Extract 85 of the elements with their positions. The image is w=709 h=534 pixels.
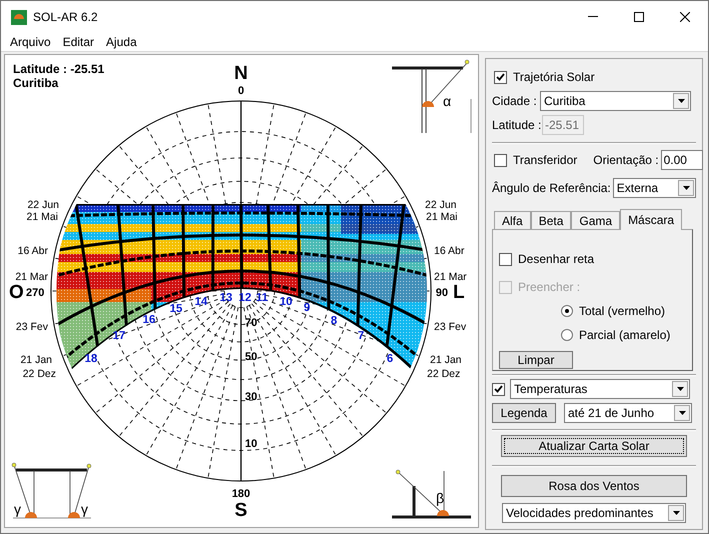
field-label: Cidade : [492, 93, 538, 110]
south-label: S [234, 500, 248, 521]
city-label: Curitiba [13, 76, 58, 90]
push-button[interactable]: Limpar [499, 351, 573, 369]
dropdown-arrow-icon [682, 186, 690, 190]
check-icon [496, 73, 505, 81]
menu-item[interactable]: Ajuda [101, 32, 142, 50]
tab[interactable]: Beta [530, 211, 572, 229]
hour-label: 16 [142, 314, 156, 326]
tab[interactable]: Alfa [494, 211, 531, 229]
checkbox[interactable] [499, 252, 512, 266]
hour-label: 14 [194, 296, 208, 308]
check-icon [494, 385, 503, 393]
checkbox-label: Transferidor [513, 152, 578, 169]
north-label: N [234, 63, 248, 84]
menu-item[interactable]: Arquivo [5, 32, 56, 50]
checkbox-label: Desenhar reta [518, 251, 594, 268]
app-logo-icon [11, 8, 27, 24]
dropdown-field[interactable]: Velocidades predominantes [502, 503, 686, 523]
minimize-icon [588, 16, 598, 17]
date-label: 21 Jan [430, 354, 462, 366]
tab[interactable]: Gama [571, 211, 620, 229]
dropdown-field[interactable]: Externa [612, 178, 696, 198]
angle-label: 180 [232, 488, 250, 500]
alpha-symbol: α [443, 93, 452, 109]
dropdown-arrow-icon [678, 99, 684, 103]
window-title: SOL-AR 6.2 [33, 8, 98, 26]
dropdown-arrow-icon [672, 511, 680, 515]
input-field[interactable]: 0.00 [660, 150, 703, 170]
beta-symbol: β [436, 490, 444, 506]
dropdown-field[interactable]: Temperaturas [510, 379, 690, 399]
tab[interactable]: Máscara [620, 209, 682, 230]
radio-label: Total (vermelho) [579, 303, 666, 320]
maximize-icon [634, 12, 644, 22]
date-label: 22 Jun [27, 199, 59, 211]
hour-label: 9 [304, 302, 310, 314]
west-label: O [9, 282, 24, 303]
push-button[interactable]: Legenda [492, 403, 556, 423]
date-label: 21 Mai [26, 211, 58, 223]
angle-label: 0 [238, 85, 244, 97]
angle-label: 90 [436, 287, 448, 299]
date-label: 23 Fev [434, 321, 466, 333]
latitude-label: Latitude : -25.51 [13, 62, 104, 76]
checkbox-label: Preencher : [518, 279, 580, 296]
gamma-symbol: γ [14, 501, 21, 517]
field-label: Ângulo de Referência: [492, 180, 611, 197]
checkbox[interactable] [494, 154, 507, 166]
date-label: 21 Mai [426, 211, 458, 223]
dropdown-arrow-icon [678, 411, 686, 415]
checkbox-label: Trajetória Solar [513, 69, 595, 86]
date-label: 23 Fev [16, 321, 48, 333]
date-label: 21 Mar [434, 271, 467, 283]
hour-label: 10 [280, 296, 292, 308]
checkbox[interactable] [494, 70, 507, 84]
date-label: 16 Abr [18, 245, 48, 257]
altitude-label: 30 [245, 391, 258, 403]
date-label: 22 Dez [22, 368, 56, 380]
east-label: L [453, 282, 465, 303]
dropdown-arrow-icon [676, 387, 684, 391]
date-label: 21 Jan [20, 354, 52, 366]
dropdown-field[interactable]: Curitiba [540, 91, 691, 111]
hour-label: 15 [170, 303, 182, 315]
radio-button[interactable] [561, 305, 573, 317]
push-button[interactable]: Rosa dos Ventos [501, 475, 687, 497]
hour-label: 8 [330, 315, 338, 327]
hour-label: 13 [220, 292, 232, 304]
push-button[interactable]: Atualizar Carta Solar [501, 435, 687, 457]
dropdown-field[interactable]: até 21 de Junho [564, 403, 692, 423]
menu-item[interactable]: Editar [58, 32, 100, 50]
date-label: 16 Abr [434, 245, 464, 257]
altitude-label: 10 [245, 438, 258, 450]
close-icon [680, 12, 690, 22]
gamma-symbol: γ [81, 501, 88, 517]
angle-label: 270 [26, 287, 44, 299]
hour-label: 7 [358, 330, 364, 342]
checkbox[interactable] [492, 382, 505, 396]
field-label: Latitude : [492, 117, 542, 134]
field-label: Orientação : [593, 152, 659, 169]
hour-label: 6 [386, 353, 394, 365]
date-label: 22 Jun [425, 199, 457, 211]
date-label: 22 Dez [427, 368, 460, 380]
date-label: 21 Mar [15, 271, 48, 283]
radio-label: Parcial (amarelo) [579, 327, 670, 344]
hour-label: 18 [84, 353, 98, 365]
radio-button[interactable] [561, 329, 573, 341]
